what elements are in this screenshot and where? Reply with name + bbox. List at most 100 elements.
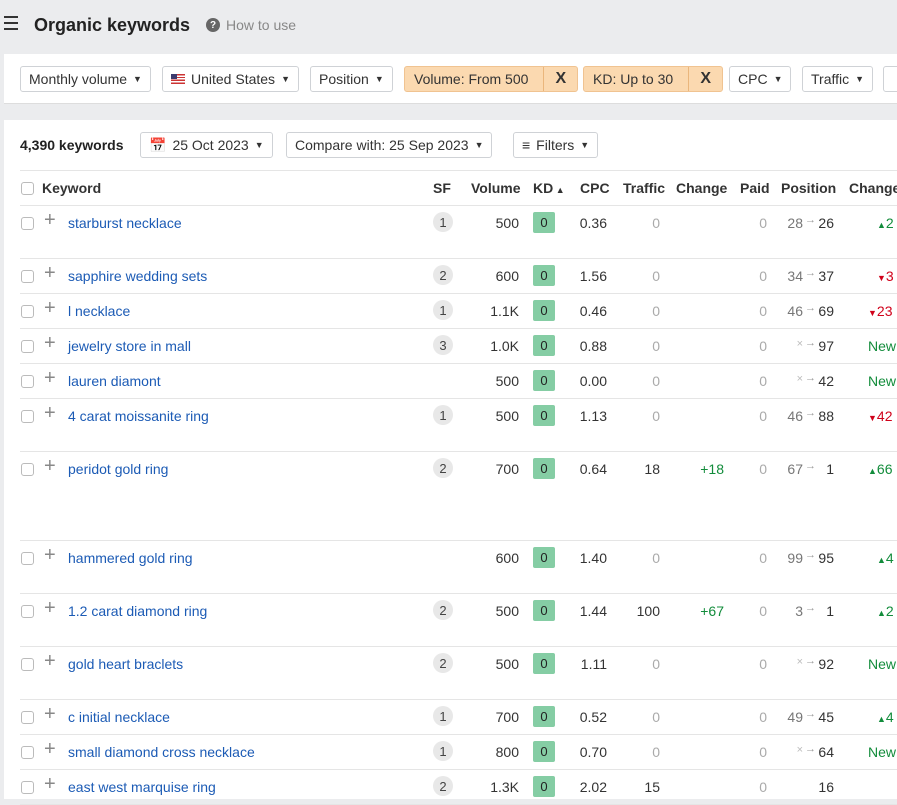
position-change: New (868, 373, 896, 389)
add-plus-icon[interactable]: + (44, 597, 56, 620)
row-checkbox[interactable] (21, 711, 34, 724)
keyword-link[interactable]: l necklace (68, 303, 130, 319)
keyword-link[interactable]: sapphire wedding sets (68, 268, 207, 284)
col-traffic[interactable]: Traffic (623, 180, 665, 196)
position-from: × (796, 373, 803, 385)
position-change: New (868, 656, 896, 672)
position-change: ▲4 (877, 709, 894, 725)
serp-features-badge[interactable]: 1 (433, 212, 453, 232)
serp-features-badge[interactable]: 2 (433, 600, 453, 620)
add-plus-icon[interactable]: + (44, 367, 56, 390)
serp-features-badge[interactable]: 1 (433, 405, 453, 425)
row-checkbox[interactable] (21, 375, 34, 388)
add-plus-icon[interactable]: + (44, 332, 56, 355)
label: Volume: From 500 (414, 71, 529, 87)
cpc-value: 0.64 (579, 461, 607, 477)
row-checkbox[interactable] (21, 605, 34, 618)
filters-button[interactable]: ≡ Filters ▼ (513, 132, 599, 158)
kd-badge: 0 (533, 265, 555, 286)
close-icon[interactable]: X (543, 67, 577, 91)
serp-features-badge[interactable]: 1 (433, 300, 453, 320)
compare-dropdown[interactable]: Compare with: 25 Sep 2023 ▼ (286, 132, 493, 158)
add-plus-icon[interactable]: + (44, 738, 56, 761)
monthly-volume-dropdown[interactable]: Monthly volume ▼ (20, 66, 151, 92)
add-plus-icon[interactable]: + (44, 773, 56, 796)
position-to: 16 (818, 779, 834, 795)
add-plus-icon[interactable]: + (44, 297, 56, 320)
volume-value: 500 (495, 215, 519, 231)
position-dropdown[interactable]: Position ▼ (310, 66, 393, 92)
volume-filter-chip[interactable]: Volume: From 500 X (404, 66, 579, 92)
row-checkbox[interactable] (21, 305, 34, 318)
row-checkbox[interactable] (21, 658, 34, 671)
select-all-checkbox[interactable] (21, 182, 34, 195)
more-filter-dropdown[interactable] (883, 66, 897, 92)
keyword-link[interactable]: 1.2 carat diamond ring (68, 603, 207, 619)
serp-features-badge[interactable]: 2 (433, 265, 453, 285)
arrow-right-icon: → (805, 743, 816, 755)
position-from: 67 (787, 461, 803, 477)
traffic-value: 0 (652, 550, 660, 566)
add-plus-icon[interactable]: + (44, 209, 56, 232)
position-to: 37 (818, 268, 834, 284)
serp-features-badge[interactable]: 3 (433, 335, 453, 355)
col-change[interactable]: Change (676, 180, 727, 196)
row-checkbox[interactable] (21, 340, 34, 353)
col-sf[interactable]: SF (433, 180, 451, 196)
col-kd[interactable]: KD ▲ (533, 180, 565, 196)
date-dropdown[interactable]: 📅 25 Oct 2023 ▼ (140, 132, 273, 158)
serp-features-badge[interactable]: 1 (433, 706, 453, 726)
serp-features-badge[interactable]: 2 (433, 653, 453, 673)
keyword-link[interactable]: starburst necklace (68, 215, 182, 231)
position-change-value: 4 (885, 709, 894, 725)
add-plus-icon[interactable]: + (44, 455, 56, 478)
keyword-link[interactable]: jewelry store in mall (68, 338, 191, 354)
add-plus-icon[interactable]: + (44, 703, 56, 726)
serp-features-badge[interactable]: 2 (433, 458, 453, 478)
add-plus-icon[interactable]: + (44, 544, 56, 567)
col-cpc[interactable]: CPC (580, 180, 610, 196)
row-checkbox[interactable] (21, 410, 34, 423)
col-position-change[interactable]: Change (849, 180, 897, 196)
row-checkbox[interactable] (21, 552, 34, 565)
col-volume[interactable]: Volume (471, 180, 521, 196)
row-checkbox[interactable] (21, 781, 34, 794)
paid-value: 0 (759, 603, 767, 619)
serp-features-badge[interactable]: 1 (433, 741, 453, 761)
keyword-link[interactable]: peridot gold ring (68, 461, 168, 477)
cpc-dropdown[interactable]: CPC ▼ (729, 66, 792, 92)
keyword-link[interactable]: c initial necklace (68, 709, 170, 725)
close-icon[interactable]: X (688, 67, 722, 91)
keyword-link[interactable]: 4 carat moissanite ring (68, 408, 209, 424)
country-dropdown[interactable]: United States ▼ (162, 66, 299, 92)
traffic-dropdown[interactable]: Traffic ▼ (802, 66, 874, 92)
arrow-right-icon: → (805, 337, 816, 349)
triangle-up-icon: ▲ (868, 466, 877, 476)
hamburger-menu-icon[interactable] (4, 16, 18, 34)
volume-value: 600 (495, 268, 519, 284)
keyword-link[interactable]: lauren diamont (68, 373, 161, 389)
table-row: + 1.2 carat diamond ring 2 500 0 1.44 100 … (20, 594, 897, 647)
col-position[interactable]: Position (781, 180, 836, 196)
keyword-link[interactable]: hammered gold ring (68, 550, 193, 566)
keyword-link[interactable]: small diamond cross necklace (68, 744, 255, 760)
col-keyword[interactable]: Keyword (42, 180, 101, 196)
kd-filter-chip[interactable]: KD: Up to 30 X (583, 66, 724, 92)
cpc-value: 0.36 (579, 215, 607, 231)
label: Compare with: 25 Sep 2023 (295, 137, 469, 153)
add-plus-icon[interactable]: + (44, 262, 56, 285)
col-paid[interactable]: Paid (740, 180, 770, 196)
keyword-link[interactable]: east west marquise ring (68, 779, 216, 795)
add-plus-icon[interactable]: + (44, 650, 56, 673)
how-to-use-link[interactable]: ? How to use (206, 17, 296, 33)
row-checkbox[interactable] (21, 217, 34, 230)
traffic-value: 0 (652, 268, 660, 284)
cpc-value: 0.52 (579, 709, 607, 725)
add-plus-icon[interactable]: + (44, 402, 56, 425)
row-checkbox[interactable] (21, 746, 34, 759)
volume-value: 1.3K (490, 779, 519, 795)
row-checkbox[interactable] (21, 270, 34, 283)
row-checkbox[interactable] (21, 463, 34, 476)
serp-features-badge[interactable]: 2 (433, 776, 453, 796)
keyword-link[interactable]: gold heart braclets (68, 656, 183, 672)
